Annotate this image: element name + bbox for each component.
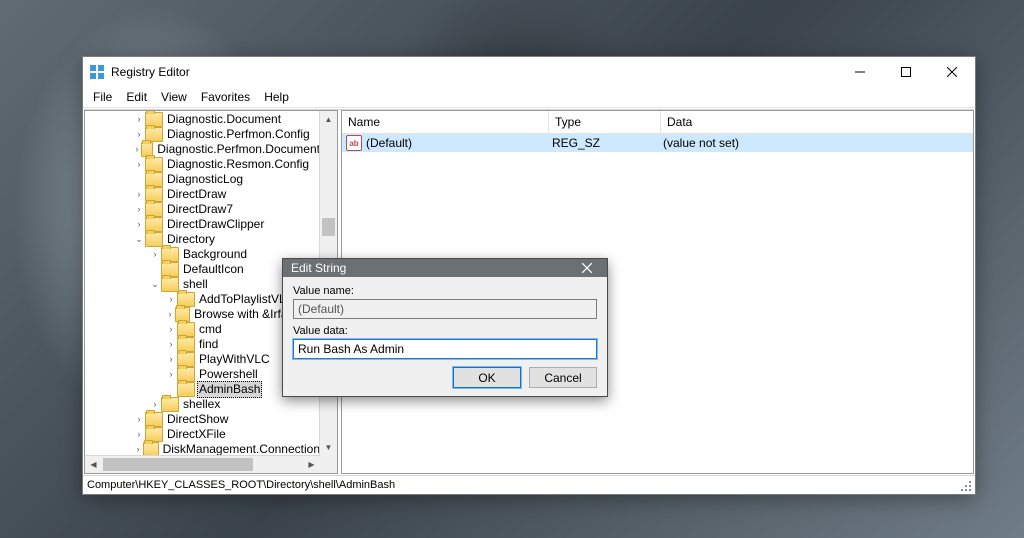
tree-item-label[interactable]: Diagnostic.Document bbox=[167, 112, 281, 127]
folder-icon bbox=[161, 277, 179, 292]
scroll-corner bbox=[320, 456, 337, 473]
tree-item-label[interactable]: DirectDraw7 bbox=[167, 202, 233, 217]
minimize-button[interactable] bbox=[837, 57, 883, 87]
app-icon bbox=[89, 64, 105, 80]
folder-icon bbox=[143, 442, 158, 456]
cell-type: REG_SZ bbox=[546, 136, 657, 150]
tree-item-label[interactable]: DiagnosticLog bbox=[167, 172, 243, 187]
tree-item-label[interactable]: AdminBash bbox=[197, 381, 262, 398]
expander-closed-icon[interactable]: › bbox=[165, 307, 175, 322]
expander-closed-icon[interactable]: › bbox=[165, 352, 177, 367]
titlebar[interactable]: Registry Editor bbox=[83, 57, 975, 87]
scroll-right-icon[interactable]: ▶ bbox=[303, 456, 320, 473]
scroll-thumb[interactable] bbox=[103, 458, 253, 471]
expander-open-icon[interactable]: ⌄ bbox=[133, 232, 145, 247]
tree-item[interactable]: › DirectDrawClipper bbox=[85, 217, 320, 232]
list-row[interactable]: ab(Default)REG_SZ(value not set) bbox=[342, 134, 973, 152]
tree-item[interactable]: › DiskManagement.Connection bbox=[85, 442, 320, 456]
tree-item[interactable]: › Diagnostic.Resmon.Config bbox=[85, 157, 320, 172]
expander-closed-icon[interactable]: › bbox=[133, 202, 145, 217]
status-path: Computer\HKEY_CLASSES_ROOT\Directory\she… bbox=[87, 479, 395, 491]
tree-item-label[interactable]: Background bbox=[183, 247, 247, 262]
list-body[interactable]: ab(Default)REG_SZ(value not set) bbox=[342, 134, 973, 152]
resize-grip-icon[interactable] bbox=[961, 481, 973, 493]
tree-item-label[interactable]: Diagnostic.Perfmon.Document bbox=[157, 142, 320, 157]
expander-closed-icon[interactable]: › bbox=[149, 247, 161, 262]
tree-item-label[interactable]: DirectDraw bbox=[167, 187, 226, 202]
tree-item[interactable]: › DirectDraw7 bbox=[85, 202, 320, 217]
close-button[interactable] bbox=[929, 57, 975, 87]
menu-edit[interactable]: Edit bbox=[120, 88, 153, 106]
value-name-field[interactable] bbox=[293, 299, 597, 319]
expander-closed-icon[interactable]: › bbox=[133, 412, 145, 427]
expander-closed-icon[interactable]: › bbox=[165, 367, 177, 382]
tree-item[interactable]: ›Diagnostic.Perfmon.Config bbox=[85, 127, 320, 142]
scroll-left-icon[interactable]: ◀ bbox=[85, 456, 102, 473]
column-name[interactable]: Name bbox=[342, 111, 549, 133]
tree-item-label[interactable]: Diagnostic.Resmon.Config bbox=[167, 157, 309, 172]
scroll-down-icon[interactable]: ▼ bbox=[320, 439, 337, 456]
window-title: Registry Editor bbox=[111, 65, 837, 79]
expander-closed-icon[interactable]: › bbox=[165, 337, 177, 352]
value-data-field[interactable] bbox=[293, 339, 597, 359]
folder-icon bbox=[145, 232, 163, 247]
menu-favorites[interactable]: Favorites bbox=[195, 88, 256, 106]
tree-item[interactable]: › Diagnostic.Document bbox=[85, 112, 320, 127]
expander-closed-icon[interactable]: › bbox=[133, 442, 143, 456]
tree-item[interactable]: › DirectDraw bbox=[85, 187, 320, 202]
cell-name: ab(Default) bbox=[342, 135, 546, 151]
tree-item-label[interactable]: AddToPlaylistVLC bbox=[199, 292, 294, 307]
tree-item[interactable]: ⌄ Directory bbox=[85, 232, 320, 247]
column-type[interactable]: Type bbox=[549, 111, 661, 133]
expander-closed-icon[interactable]: › bbox=[133, 187, 145, 202]
dialog-titlebar[interactable]: Edit String bbox=[283, 259, 607, 277]
tree-item-label[interactable]: PlayWithVLC bbox=[199, 352, 270, 367]
statusbar: Computer\HKEY_CLASSES_ROOT\Directory\she… bbox=[83, 475, 975, 494]
dialog-close-button[interactable] bbox=[567, 259, 607, 277]
value-name-label: Value name: bbox=[293, 285, 597, 297]
dialog-title: Edit String bbox=[291, 261, 346, 275]
tree-item[interactable]: DiagnosticLog bbox=[85, 172, 320, 187]
tree-item-label[interactable]: shellex bbox=[183, 397, 220, 412]
maximize-button[interactable] bbox=[883, 57, 929, 87]
expander-closed-icon[interactable]: › bbox=[133, 142, 141, 157]
folder-icon bbox=[161, 397, 179, 412]
horizontal-scrollbar[interactable]: ◀ ▶ bbox=[85, 455, 320, 473]
tree-item[interactable]: › DirectShow bbox=[85, 412, 320, 427]
tree-item[interactable]: › Diagnostic.Perfmon.Document bbox=[85, 142, 320, 157]
scroll-up-icon[interactable]: ▲ bbox=[320, 111, 337, 128]
cell-data: (value not set) bbox=[657, 136, 739, 150]
tree-item-label[interactable]: Powershell bbox=[199, 367, 258, 382]
expander-closed-icon[interactable]: › bbox=[133, 217, 145, 232]
column-data[interactable]: Data bbox=[661, 111, 973, 133]
menu-view[interactable]: View bbox=[155, 88, 193, 106]
value-data-label: Value data: bbox=[293, 325, 597, 337]
window-controls bbox=[837, 57, 975, 87]
tree-item-label[interactable]: Diagnostic.Perfmon.Config bbox=[167, 127, 310, 142]
scroll-thumb[interactable] bbox=[322, 218, 335, 236]
cancel-button[interactable]: Cancel bbox=[529, 367, 597, 388]
tree-item-label[interactable]: cmd bbox=[199, 322, 222, 337]
tree-item-label[interactable]: DirectShow bbox=[167, 412, 228, 427]
tree-item-label[interactable]: DiskManagement.Connection bbox=[163, 442, 320, 456]
folder-icon bbox=[177, 382, 195, 397]
tree-item-label[interactable]: DirectDrawClipper bbox=[167, 217, 264, 232]
string-value-icon: ab bbox=[346, 135, 362, 151]
tree-item-label[interactable]: DirectXFile bbox=[167, 427, 226, 442]
menubar: File Edit View Favorites Help bbox=[83, 87, 975, 108]
menu-file[interactable]: File bbox=[87, 88, 118, 106]
edit-string-dialog: Edit String Value name: Value data: OK C… bbox=[282, 258, 608, 397]
tree-item[interactable]: ›DirectXFile bbox=[85, 427, 320, 442]
tree-item-label[interactable]: Directory bbox=[167, 232, 215, 247]
tree-item-label[interactable]: DefaultIcon bbox=[183, 262, 244, 277]
list-header[interactable]: Name Type Data bbox=[342, 111, 973, 134]
expander-closed-icon[interactable]: › bbox=[165, 322, 177, 337]
tree-item-label[interactable]: find bbox=[199, 337, 218, 352]
tree-item[interactable]: ›shellex bbox=[85, 397, 320, 412]
expander-open-icon[interactable]: ⌄ bbox=[149, 277, 161, 292]
ok-button[interactable]: OK bbox=[453, 367, 521, 388]
expander-closed-icon[interactable]: › bbox=[133, 112, 145, 127]
menu-help[interactable]: Help bbox=[258, 88, 295, 106]
expander-closed-icon[interactable]: › bbox=[133, 157, 145, 172]
